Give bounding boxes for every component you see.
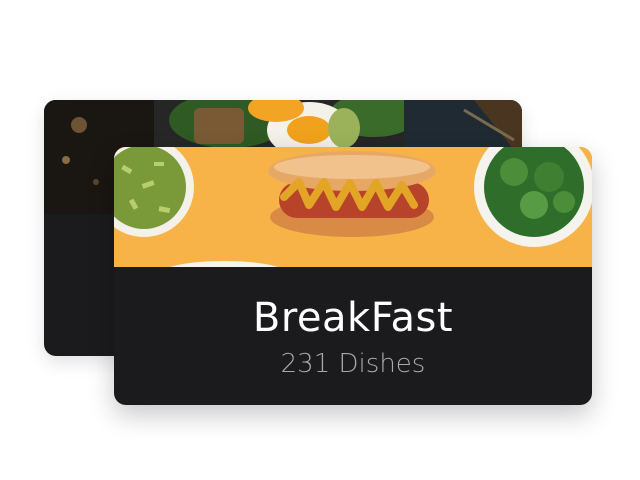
card-title: BreakFast — [252, 295, 454, 341]
card-dish-count: 231 Dishes — [280, 349, 426, 379]
category-card-breakfast[interactable]: BreakFast 231 Dishes — [114, 147, 592, 405]
hotdog-photo — [114, 147, 592, 267]
card-label-area: BreakFast 231 Dishes — [114, 267, 592, 405]
category-card-stack: BreakFast 231 Dishes — [0, 0, 640, 480]
